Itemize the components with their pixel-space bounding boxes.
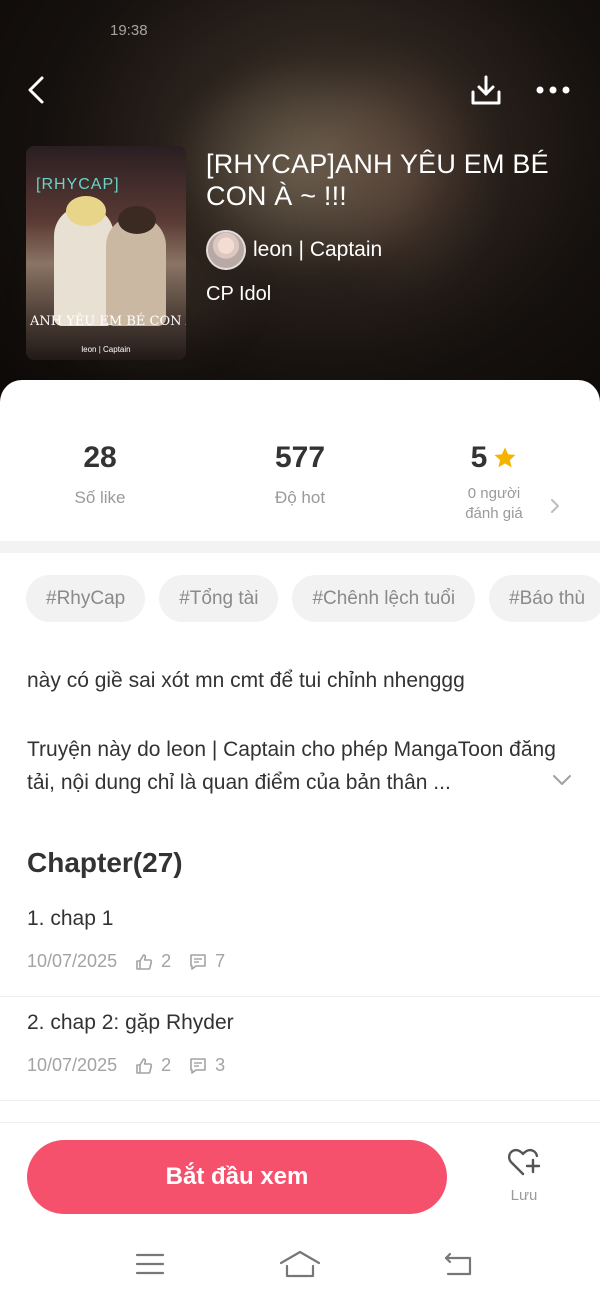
chapter-meta: 10/07/2025 2 3 xyxy=(27,1055,225,1076)
tag-chip[interactable]: #Báo thù xyxy=(489,575,600,622)
chapter-likes: 2 xyxy=(161,1055,172,1075)
chapter-row[interactable]: 2. chap 2: gặp Rhyder 10/07/2025 2 3 xyxy=(0,997,600,1101)
tag-chip[interactable]: #Tổng tài xyxy=(159,575,279,622)
rating-count-label: 0 người xyxy=(467,485,521,502)
nav-back-button[interactable] xyxy=(436,1246,480,1282)
chapter-likes: 2 xyxy=(161,951,172,971)
story-title: [RHYCAP]ANH YÊU EM BÉ CON À ~ !!! xyxy=(206,149,549,211)
story-cover: [RHYCAP] ANH YÊU EM BÉ CON À ~ !!! leon … xyxy=(26,146,186,360)
menu-icon xyxy=(135,1253,165,1275)
likes-count: 28 xyxy=(83,441,117,474)
download-button[interactable] xyxy=(464,68,508,112)
chapter-comments: 7 xyxy=(215,951,226,971)
thumb-up-icon xyxy=(135,1057,153,1075)
cover-author: leon | Captain xyxy=(81,345,131,354)
chapter-title: 1. chap 1 xyxy=(27,907,114,930)
comment-icon xyxy=(189,953,207,971)
stat-hot: 577 Độ hot xyxy=(240,440,360,508)
chapter-date: 10/07/2025 xyxy=(27,951,118,971)
author-avatar[interactable] xyxy=(206,230,246,270)
hot-label: Độ hot xyxy=(274,488,326,507)
cover-title: ANH YÊU EM BÉ CON À ~ !!! xyxy=(30,314,186,329)
chapter-meta: 10/07/2025 2 7 xyxy=(27,951,225,972)
more-horizontal-icon xyxy=(536,86,570,94)
back-button[interactable] xyxy=(14,68,58,112)
chapter-row[interactable]: 1. chap 1 10/07/2025 2 7 xyxy=(0,893,600,997)
tag-list: #RhyCap #Tổng tài #Chênh lệch tuổi #Báo … xyxy=(26,575,600,622)
system-nav-bar xyxy=(0,1230,600,1300)
likes-label: Số like xyxy=(74,488,126,507)
tag-chip[interactable]: #Chênh lệch tuổi xyxy=(292,575,476,622)
more-button[interactable] xyxy=(531,68,575,112)
heart-plus-icon xyxy=(507,1148,541,1176)
rating-value: 5 xyxy=(470,441,488,474)
chapter-title: 2. chap 2: gặp Rhyder xyxy=(27,1011,234,1034)
tag-chip[interactable]: #RhyCap xyxy=(26,575,146,622)
status-time: 19:38 xyxy=(110,22,148,39)
chapter-date: 10/07/2025 xyxy=(27,1055,118,1075)
nav-menu-button[interactable] xyxy=(128,1246,172,1282)
chapter-comments: 3 xyxy=(215,1055,226,1075)
section-divider xyxy=(0,541,600,553)
story-description: này có giề sai xót mn cmt để tui chỉnh n… xyxy=(27,664,577,799)
comment-icon xyxy=(189,1057,207,1075)
chevron-left-icon xyxy=(28,76,44,104)
chevron-down-icon[interactable] xyxy=(552,773,572,787)
cover-tag: [RHYCAP] xyxy=(36,176,120,193)
author-name[interactable]: leon | Captain xyxy=(253,238,382,262)
download-icon xyxy=(471,75,501,105)
save-label: Lưu xyxy=(510,1187,538,1204)
description-line-1: này có giề sai xót mn cmt để tui chỉnh n… xyxy=(27,669,465,692)
chapter-heading: Chapter(27) xyxy=(27,847,183,878)
rating-count-label-2: đánh giá xyxy=(465,505,523,522)
stat-rating[interactable]: 5 0 người đánh giá xyxy=(430,440,570,524)
save-button[interactable]: Lưu xyxy=(494,1146,554,1204)
description-line-2: Truyện này do leon | Captain cho phép Ma… xyxy=(27,738,556,794)
thumb-up-icon xyxy=(135,953,153,971)
stat-likes: 28 Số like xyxy=(40,440,160,508)
back-arrow-icon xyxy=(444,1252,472,1276)
hot-count: 577 xyxy=(274,441,326,474)
story-category: CP Idol xyxy=(206,283,272,305)
chevron-right-icon xyxy=(551,499,559,513)
start-reading-button[interactable]: Bắt đầu xem xyxy=(27,1140,447,1214)
star-icon xyxy=(494,447,516,468)
status-bar: 19:38 xyxy=(0,0,600,60)
home-icon xyxy=(279,1250,321,1278)
nav-home-button[interactable] xyxy=(278,1246,322,1282)
